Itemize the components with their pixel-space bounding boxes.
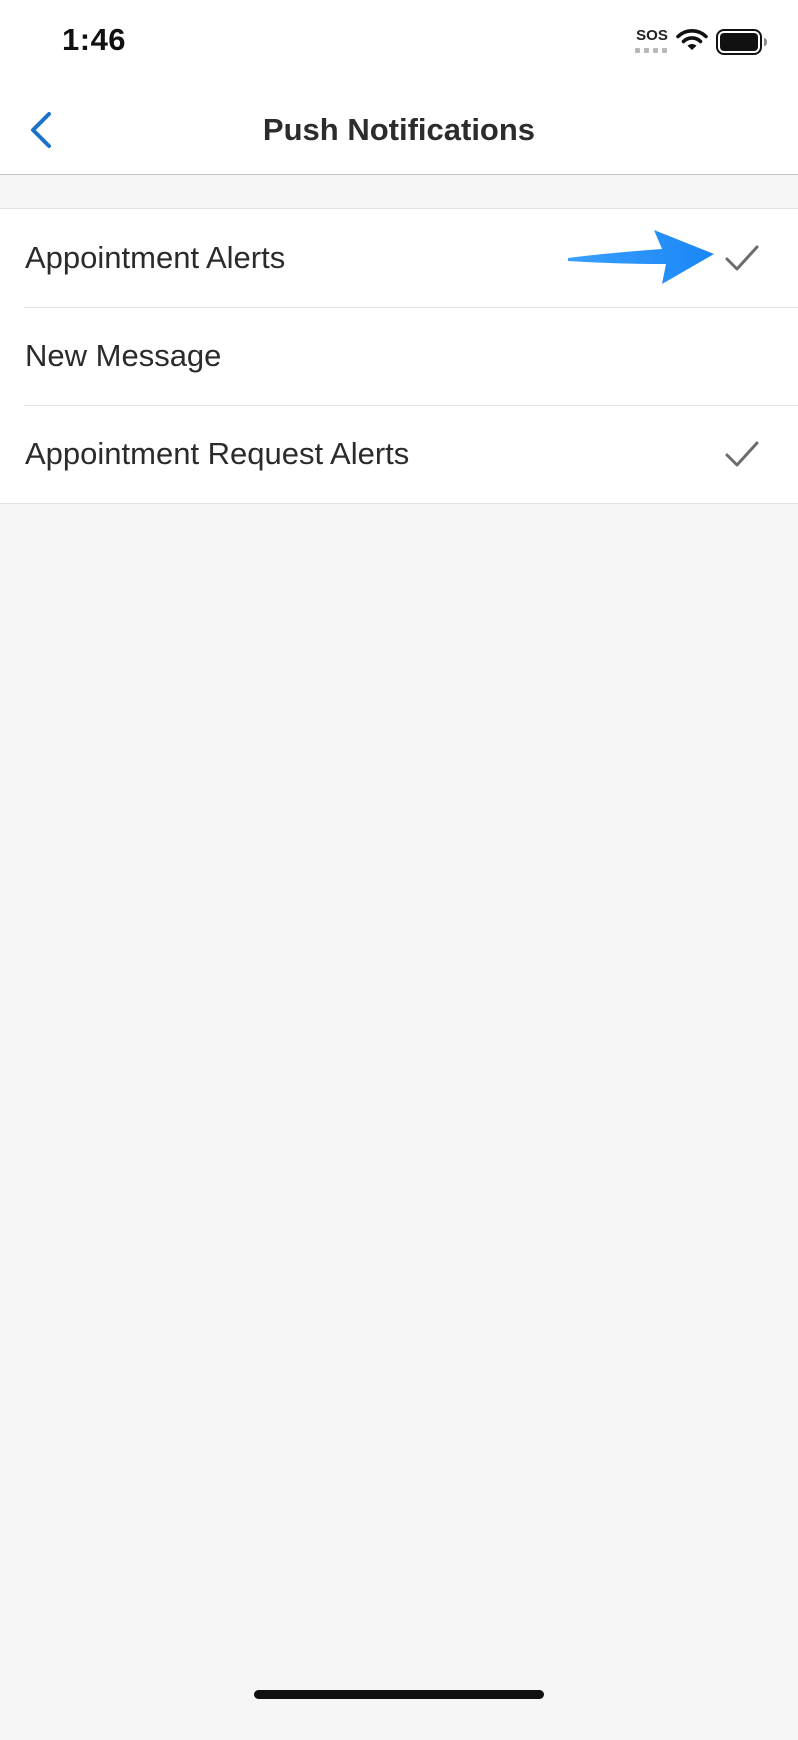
status-bar: 1:46 SOS	[0, 0, 798, 86]
wifi-icon	[676, 29, 708, 50]
status-time: 1:46	[62, 22, 127, 57]
setting-label: New Message	[25, 338, 222, 373]
setting-label: Appointment Request Alerts	[25, 436, 410, 471]
battery-icon	[716, 29, 767, 55]
back-button[interactable]	[18, 104, 70, 156]
checkmark-icon	[725, 245, 759, 271]
signal-dots-icon	[635, 48, 667, 53]
sos-indicator: SOS	[636, 27, 668, 44]
navigation-bar: Push Notifications	[0, 86, 798, 175]
page-title: Push Notifications	[262, 112, 536, 147]
home-indicator[interactable]	[254, 1690, 544, 1699]
checkmark-icon	[725, 441, 759, 467]
setting-row-appointment-request-alerts[interactable]: Appointment Request Alerts	[0, 405, 798, 503]
chevron-left-icon	[31, 112, 51, 148]
arrow-right-icon	[568, 230, 714, 284]
setting-row-new-message[interactable]: New Message	[0, 307, 798, 405]
setting-label: Appointment Alerts	[25, 240, 286, 275]
